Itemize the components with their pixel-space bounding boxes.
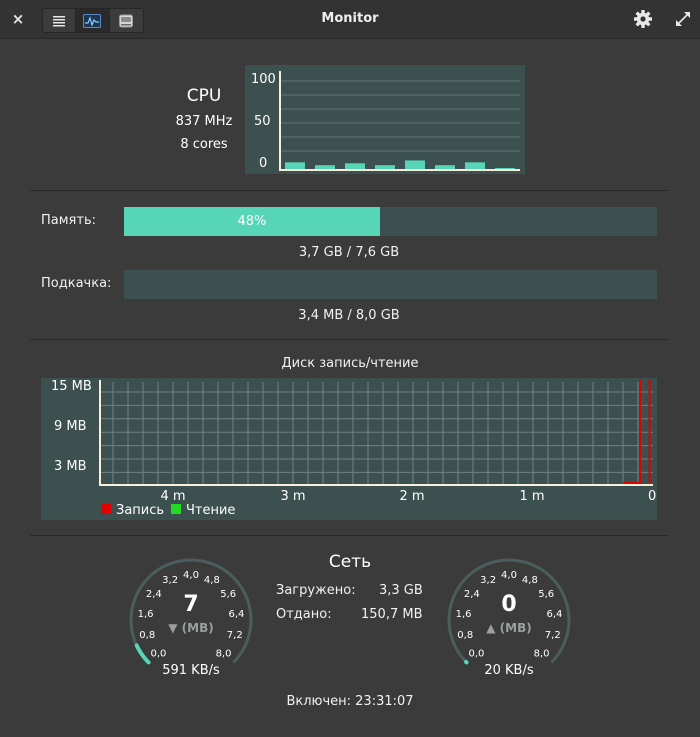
- uploaded-label: Отдано:: [276, 607, 332, 622]
- gauge-tick-label: 3,2: [480, 575, 496, 586]
- cpu-bar: [465, 162, 485, 169]
- memory-label: Память:: [41, 213, 96, 228]
- disk-x-tick: 1 m: [519, 489, 544, 504]
- cpu-bar: [495, 168, 515, 169]
- disk-io-chart: 15 MB 9 MB 3 MB 4 m 3 m 2 m 1 m 0 m Запись Ч…: [41, 378, 657, 520]
- download-gauge: 0,0 0,8 1,6 2,43,2 4,0 4,85,6 6,4 7,2 8,0 7 ▼ (MB)…: [129, 558, 253, 678]
- gauge-tick-label: 4,8: [204, 575, 220, 586]
- memory-percent: 48%: [237, 214, 267, 229]
- swap-usage: 3,4 MB / 8,0 GB: [298, 308, 400, 323]
- cpu-frequency: 837 MHz: [175, 114, 233, 129]
- legend-write-label: Запись: [116, 503, 164, 518]
- legend-read-label: Чтение: [186, 503, 235, 518]
- gauge-tick-label: 7,2: [227, 630, 243, 641]
- legend-read-swatch: [171, 504, 181, 514]
- gauge-tick-label: 0,8: [139, 630, 155, 641]
- section-divider: [30, 190, 668, 191]
- cpu-bar: [315, 165, 335, 169]
- gauge-value: 7: [183, 592, 198, 617]
- swap-bar: [124, 270, 657, 299]
- disk-chart-background: [41, 378, 657, 520]
- cpu-bar: [405, 160, 425, 169]
- maximize-icon[interactable]: [673, 9, 693, 29]
- gauge-rate: 20 KB/s: [484, 663, 533, 678]
- uptime-label: Включен: 23:31:07: [286, 694, 414, 709]
- gauge-tick-label: 4,0: [183, 570, 199, 581]
- disk-x-tick: 3 m: [280, 489, 305, 504]
- cpu-bar: [375, 165, 395, 169]
- swap-label: Подкачка:: [41, 276, 112, 291]
- gauge-rate: 591 KB/s: [162, 663, 220, 678]
- disk-x-tick: 0 m: [648, 489, 657, 504]
- gauge-tick-label: 5,6: [220, 589, 236, 600]
- gauge-tick-label: 1,6: [138, 609, 154, 620]
- gauge-tick-label: 3,2: [162, 575, 178, 586]
- gauge-tick-label: 5,6: [538, 589, 554, 600]
- cpu-bar: [435, 165, 455, 169]
- legend-write-swatch: [101, 504, 111, 514]
- disk-y-tick: 3 MB: [54, 459, 87, 474]
- gauge-tick-label: 8,0: [216, 649, 232, 660]
- gauge-unit: ▼ (MB): [168, 621, 213, 635]
- disk-y-tick: 9 MB: [54, 419, 87, 434]
- cpu-y-tick: 100: [251, 72, 276, 87]
- gauge-tick-label: 2,4: [464, 589, 480, 600]
- cpu-y-tick: 50: [254, 114, 271, 129]
- cpu-usage-chart: 100 50 0: [245, 65, 525, 174]
- gauge-unit: ▲ (MB): [486, 621, 531, 635]
- gauge-tick-label: 4,8: [522, 575, 538, 586]
- cpu-bar: [345, 163, 365, 169]
- upload-gauge: 0,0 0,8 1,6 2,43,2 4,0 4,85,6 6,4 7,2 8,0 0 ▲ (MB)…: [447, 558, 571, 678]
- gauge-tick-label: 6,4: [546, 609, 562, 620]
- section-divider: [30, 339, 668, 340]
- disk-x-tick: 4 m: [160, 489, 185, 504]
- gauge-tick-label: 0,0: [151, 649, 167, 660]
- gear-icon[interactable]: [633, 9, 653, 29]
- disk-chart-title: Диск запись/чтение: [281, 356, 419, 371]
- uploaded-value: 150,7 MB: [361, 607, 423, 622]
- gauge-tick-label: 6,4: [228, 609, 244, 620]
- gauge-tick-label: 8,0: [534, 649, 550, 660]
- memory-bar: 48%: [124, 207, 657, 236]
- gauge-tick-label: 1,6: [456, 609, 472, 620]
- cpu-cores: 8 cores: [180, 137, 228, 152]
- disk-x-tick: 2 m: [399, 489, 424, 504]
- downloaded-label: Загружено:: [276, 583, 356, 598]
- gauge-tick-label: 7,2: [545, 630, 561, 641]
- title-bar: × Monitor: [0, 0, 700, 39]
- gauge-tick-label: 2,4: [146, 589, 162, 600]
- gauge-tick-label: 0,8: [457, 630, 473, 641]
- gauge-level: [134, 643, 151, 665]
- section-divider: [30, 535, 668, 536]
- disk-y-tick: 15 MB: [51, 379, 92, 394]
- cpu-title: CPU: [186, 86, 222, 106]
- downloaded-value: 3,3 GB: [379, 583, 423, 598]
- gauge-tick-label: 0,0: [469, 649, 485, 660]
- network-title: Сеть: [328, 552, 372, 572]
- window-title: Monitor: [321, 11, 379, 26]
- cpu-bar: [285, 162, 305, 169]
- memory-usage: 3,7 GB / 7,6 GB: [298, 245, 400, 260]
- gauge-tick-label: 4,0: [501, 570, 517, 581]
- gauge-value: 0: [501, 592, 516, 617]
- cpu-y-tick: 0: [259, 156, 267, 171]
